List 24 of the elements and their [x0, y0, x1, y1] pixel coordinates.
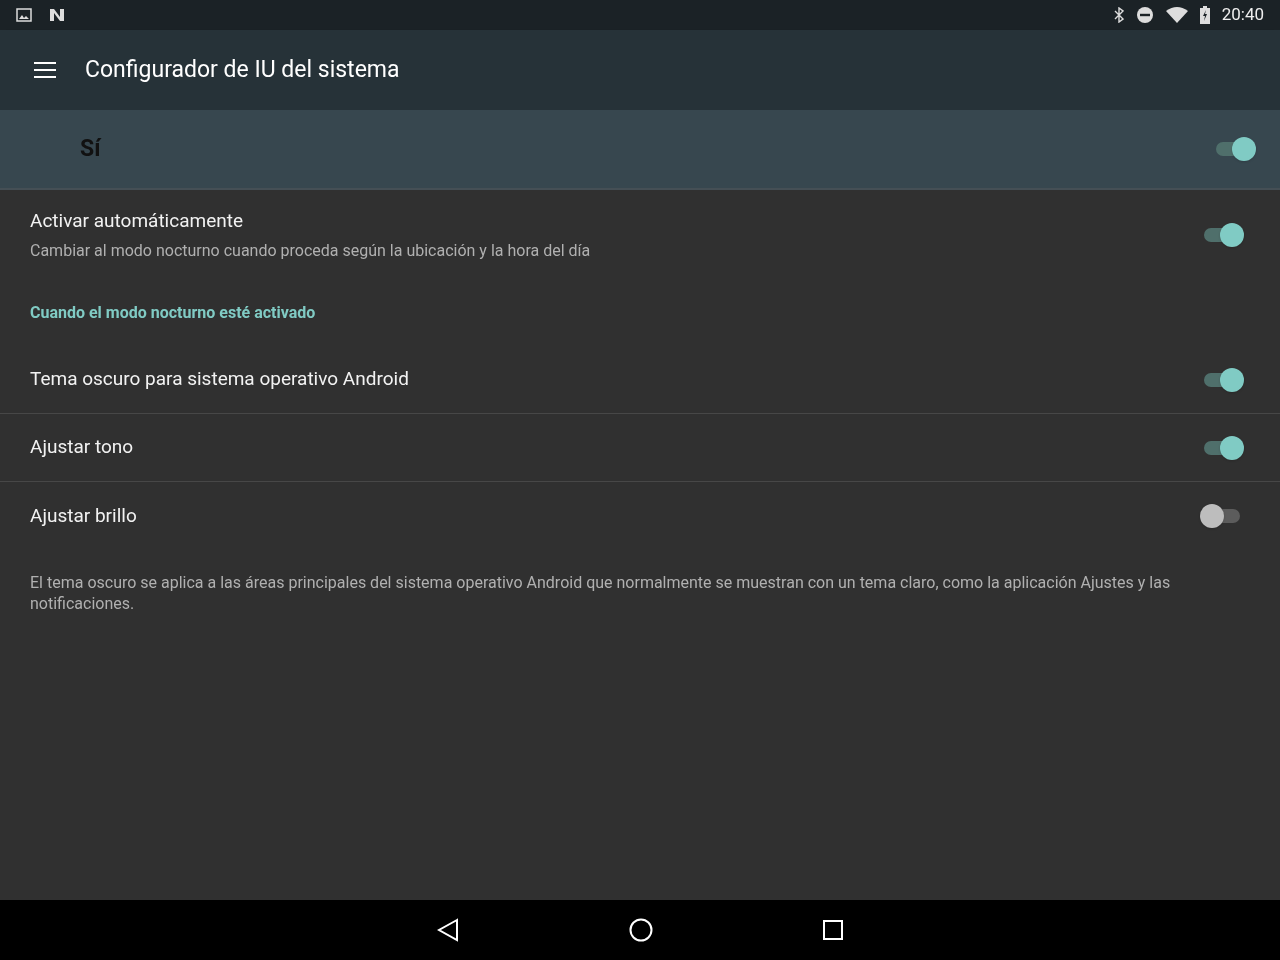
wifi-icon	[1165, 7, 1188, 23]
toolbar-title: Configurador de IU del sistema	[85, 54, 400, 85]
setting-row[interactable]: Tema oscuro para sistema operativo Android	[0, 346, 1280, 414]
n-logo-icon	[48, 7, 66, 23]
setting-row[interactable]: Activar automáticamente Cambiar al modo nocturno cuando proceda según la ubicación y la hora del día	[0, 190, 1280, 280]
footer-note: El tema oscuro se aplica a las áreas principales del sistema operativo Android que normalmente se muestran con un tema claro, como la aplicación Ajustes y las notificaciones.	[30, 572, 1172, 614]
setting-title: Tema oscuro para sistema operativo Android	[30, 366, 409, 393]
setting-title: Activar automáticamente	[30, 208, 245, 235]
setting-row[interactable]: Ajustar brillo	[0, 482, 1280, 550]
category-header: Cuando el modo nocturno esté activado	[30, 302, 316, 324]
setting-row[interactable]: Ajustar tono	[0, 414, 1280, 482]
setting-title: Ajustar brillo	[30, 502, 137, 529]
back-icon[interactable]	[437, 918, 459, 942]
setting-title: Ajustar tono	[30, 434, 134, 461]
setting-summary: Cambiar al modo nocturno cuando proceda según la ubicación y la hora del día	[30, 239, 591, 262]
do-not-disturb-icon	[1135, 6, 1154, 24]
status-time: 20:40	[1221, 3, 1264, 27]
image-icon	[16, 8, 32, 22]
battery-charging-icon	[1199, 6, 1210, 24]
menu-icon[interactable]	[34, 62, 56, 78]
master-switch-label: Sí	[80, 133, 101, 164]
home-icon[interactable]	[629, 918, 653, 942]
bluetooth-icon	[1113, 7, 1124, 23]
recents-icon[interactable]	[823, 920, 843, 940]
